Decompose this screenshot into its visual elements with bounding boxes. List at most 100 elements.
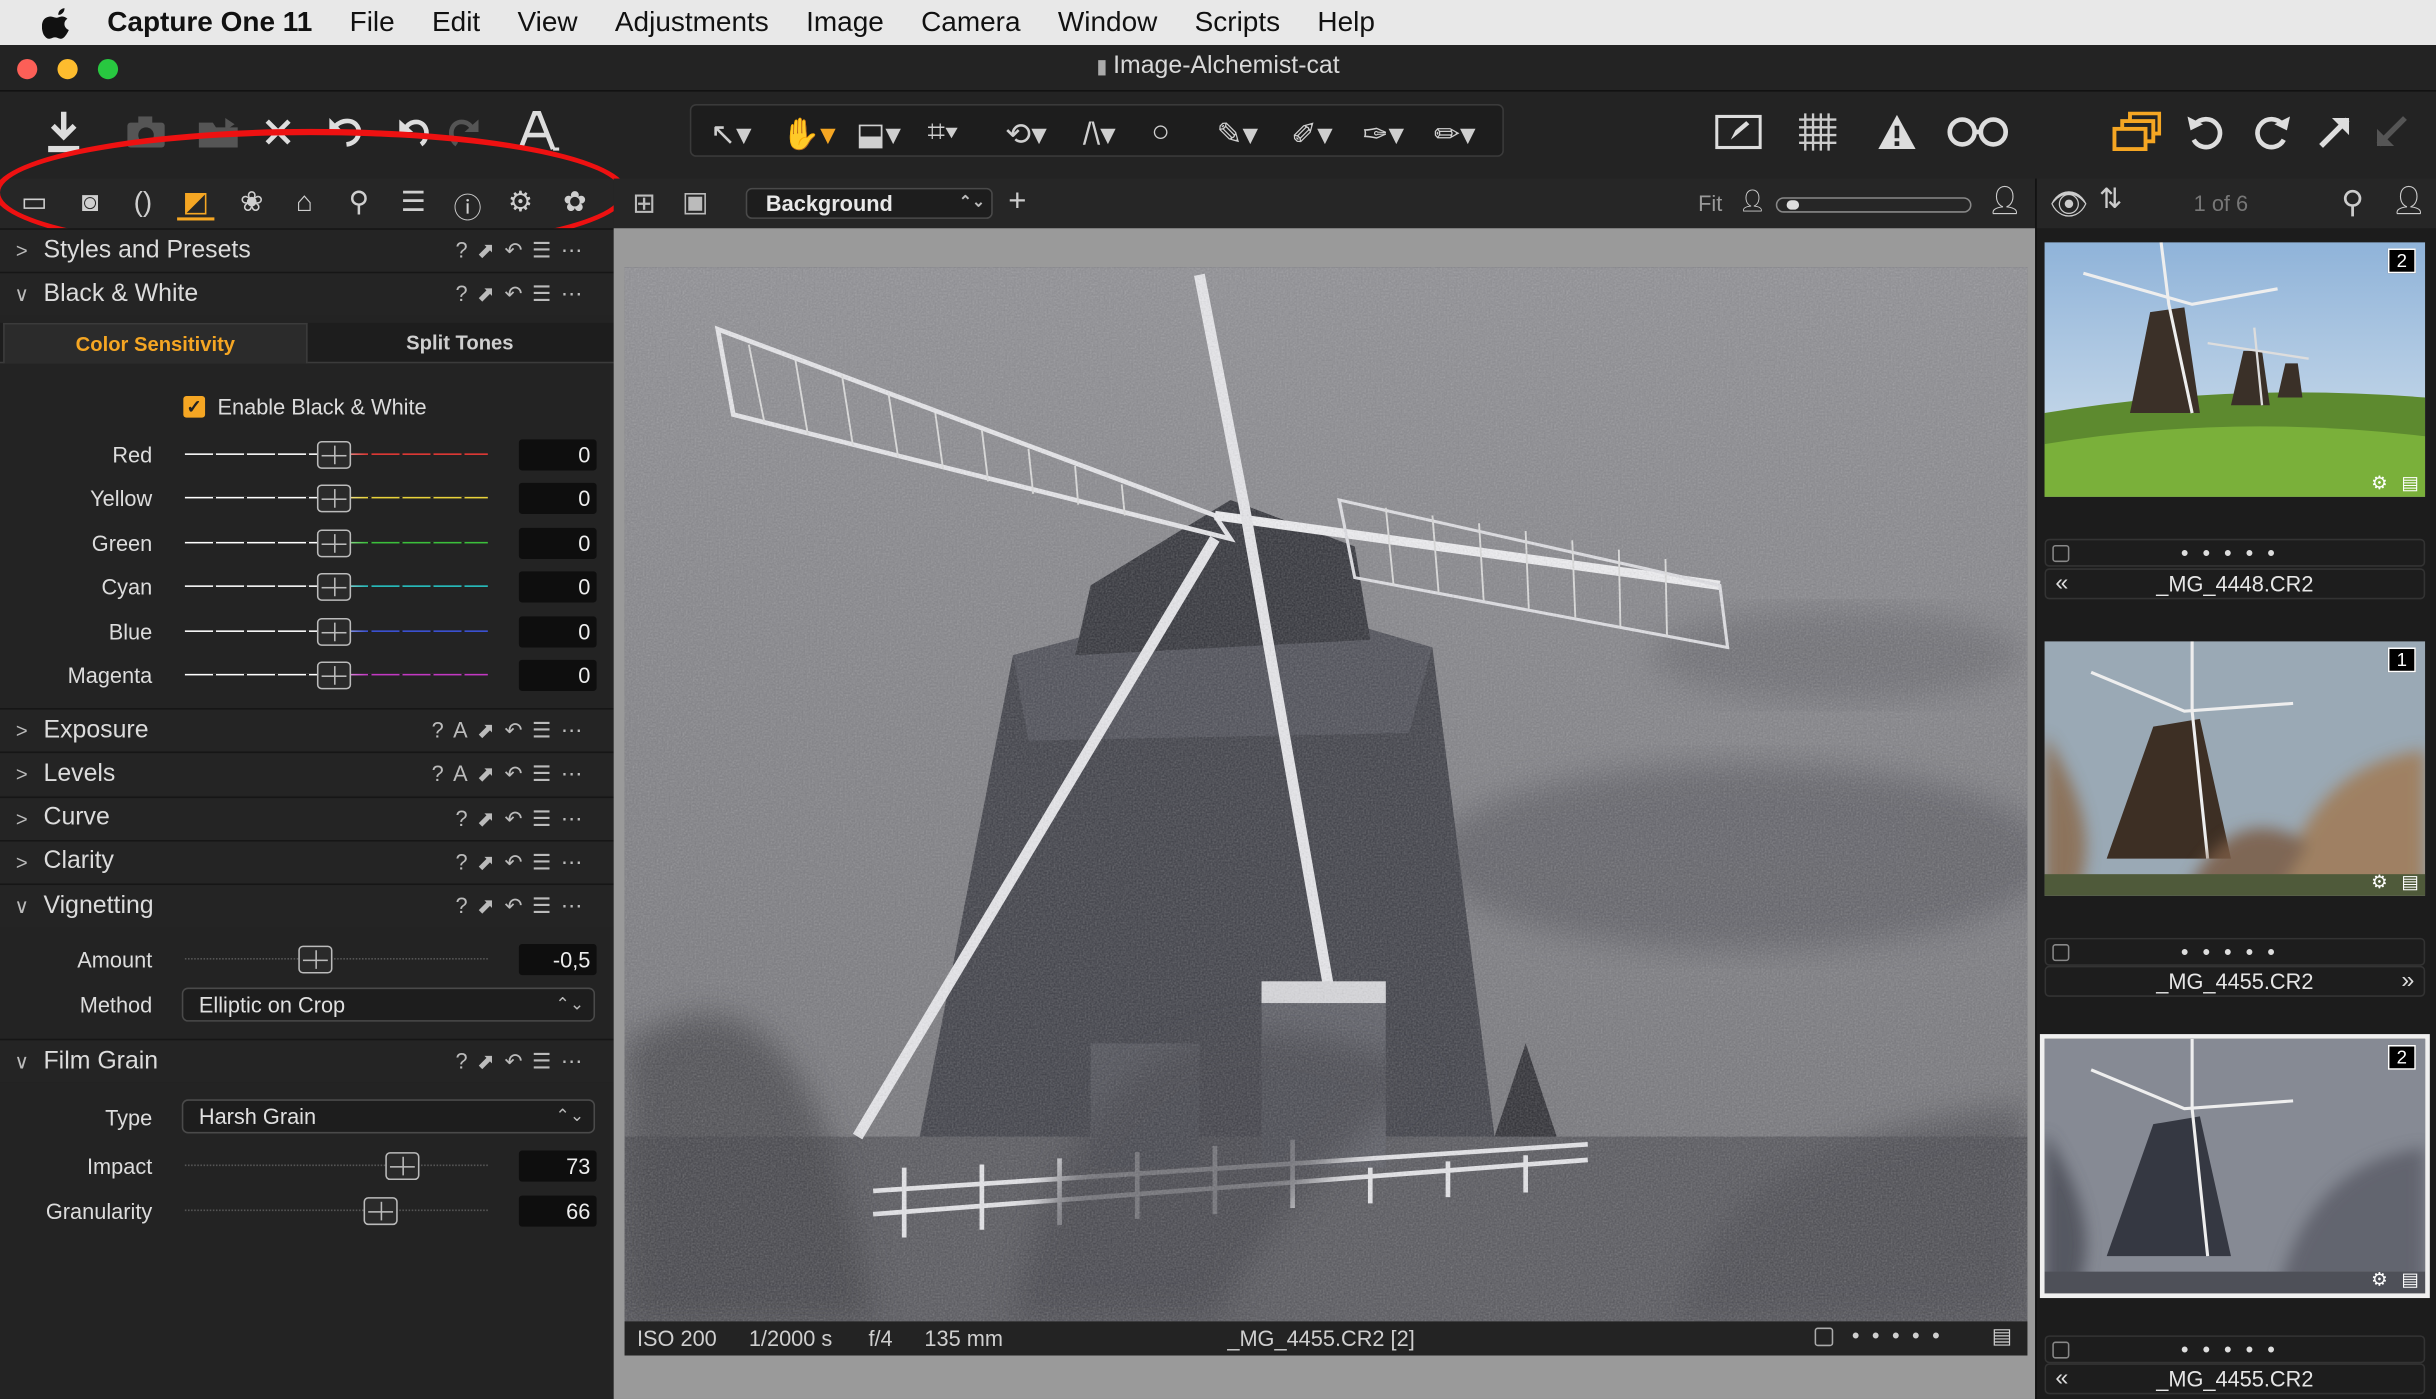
redo-icon[interactable]	[446, 107, 483, 157]
bw-slider-value[interactable]: 0	[518, 659, 597, 691]
menu-help[interactable]: Help	[1317, 6, 1375, 39]
zoom-slider-knob[interactable]	[1786, 200, 1800, 210]
bw-slider-knob[interactable]	[316, 573, 352, 602]
library-icon[interactable]: ▭	[16, 186, 53, 220]
impact-track[interactable]	[184, 1164, 488, 1167]
chevron-down-icon[interactable]: ∨	[0, 1049, 44, 1074]
amount-value[interactable]: -0,5	[518, 944, 597, 976]
details-icon[interactable]: ⚲	[340, 186, 377, 220]
bw-slider-value[interactable]: 0	[518, 527, 597, 559]
auto-adjust-button[interactable]: A	[453, 761, 477, 786]
section-tool-icons[interactable]: ⬈↶☰⋯	[477, 717, 592, 742]
pen-icon[interactable]: ✏▾	[1434, 115, 1476, 154]
stack-icon[interactable]	[2110, 107, 2163, 157]
capture-icon[interactable]: ◙	[71, 186, 108, 220]
section-curve[interactable]: > Curve ?⬈↶☰⋯	[0, 795, 614, 840]
section-controls[interactable]: ?⬈↶☰⋯	[455, 893, 591, 919]
loupe-icon[interactable]: ⬓▾	[856, 115, 901, 154]
delete-icon[interactable]	[261, 107, 295, 157]
warning-icon[interactable]	[1877, 107, 1917, 157]
impact-value[interactable]: 73	[518, 1150, 597, 1182]
method-select[interactable]: Elliptic on Crop ⌃⌄	[181, 987, 596, 1022]
menu-edit[interactable]: Edit	[432, 6, 480, 39]
circle-icon[interactable]: ○	[1151, 115, 1170, 151]
stack-nav-icon[interactable]: »	[2401, 967, 2414, 995]
section-controls[interactable]: ?A⬈↶☰⋯	[432, 761, 592, 787]
section-clarity[interactable]: > Clarity ?⬈↶☰⋯	[0, 839, 614, 884]
app-name-menu[interactable]: Capture One 11	[107, 6, 312, 39]
menu-file[interactable]: File	[350, 6, 395, 39]
thumbnail-1[interactable]: 2 ⚙ ▤	[2044, 242, 2426, 497]
bw-slider-value[interactable]: 0	[518, 439, 597, 471]
grid-icon[interactable]	[1796, 107, 1840, 157]
section-controls[interactable]: ?⬈↶☰⋯	[455, 849, 591, 875]
apply-icon[interactable]	[2371, 107, 2411, 157]
picker-icon[interactable]: ✐▾	[1291, 115, 1333, 154]
fit-label[interactable]: Fit	[1698, 191, 1722, 216]
undo-icon[interactable]	[326, 107, 366, 157]
auto-adjust-button[interactable]: A	[453, 717, 477, 742]
stack-nav-icon[interactable]: «	[2055, 1365, 2068, 1393]
metadata-icon[interactable]: ⓘ	[449, 186, 486, 224]
checkmark-icon[interactable]: ✓	[183, 395, 206, 418]
zoom-slider[interactable]	[1775, 197, 1972, 213]
chevron-down-icon[interactable]: ∨	[0, 894, 44, 919]
section-exposure[interactable]: > Exposure ?A⬈↶☰⋯	[0, 708, 614, 752]
color-icon[interactable]: ◩	[177, 186, 215, 221]
chevron-right-icon[interactable]: >	[0, 763, 44, 786]
glasses-icon[interactable]	[1945, 107, 2010, 157]
rotate-right-icon[interactable]	[2250, 107, 2294, 157]
undo-icon-2[interactable]	[395, 107, 435, 157]
section-controls[interactable]: ?⬈↶☰⋯	[455, 1048, 591, 1074]
granularity-value[interactable]: 66	[518, 1195, 597, 1227]
bw-slider-value[interactable]: 0	[518, 571, 597, 603]
section-black-white[interactable]: ∨ Black & White ?⬈↶☰⋯	[0, 271, 614, 316]
rating-dots[interactable]: •••••	[1852, 1323, 1952, 1348]
lens-icon[interactable]: ()	[124, 186, 161, 220]
settings-icon[interactable]: ⚙	[502, 186, 539, 220]
bw-slider-knob[interactable]	[316, 617, 352, 646]
hand-icon[interactable]: ✋▾	[781, 115, 835, 154]
chevron-right-icon[interactable]: >	[0, 239, 44, 262]
section-tool-icons[interactable]: ⬈↶☰⋯	[477, 761, 592, 786]
help-icon[interactable]: ?	[455, 805, 476, 830]
apple-icon[interactable]	[41, 7, 73, 39]
quick-icon[interactable]: ✿	[556, 186, 593, 220]
bw-slider-knob[interactable]	[316, 529, 352, 558]
menu-image[interactable]: Image	[806, 6, 884, 39]
add-layer-icon[interactable]: +	[1008, 185, 1026, 221]
granularity-track[interactable]	[184, 1209, 488, 1212]
bw-slider-value[interactable]: 0	[518, 615, 597, 647]
bw-slider-knob[interactable]	[316, 661, 352, 690]
copy-icon[interactable]	[2315, 107, 2355, 157]
help-icon[interactable]: ?	[432, 717, 453, 742]
keystone-icon[interactable]: /\▾	[1083, 115, 1116, 154]
color-tag-icon[interactable]: ▤	[1992, 1323, 2013, 1349]
section-controls[interactable]: ?⬈↶☰⋯	[455, 281, 591, 307]
layer-select[interactable]: Background ⌃⌄	[745, 187, 993, 219]
impact-slider-knob[interactable]	[385, 1152, 420, 1181]
main-photo[interactable]	[624, 267, 2028, 1322]
menu-window[interactable]: Window	[1058, 6, 1157, 39]
camera-icon[interactable]	[124, 107, 168, 157]
section-controls[interactable]: ?⬈↶☰⋯	[455, 805, 591, 831]
rotate-icon[interactable]: ⟲▾	[1005, 115, 1047, 154]
help-icon[interactable]: ?	[432, 761, 453, 786]
single-view-icon[interactable]: ▣	[682, 186, 708, 219]
chevron-right-icon[interactable]: >	[0, 719, 44, 742]
amount-slider-knob[interactable]	[298, 945, 333, 974]
brush-icon[interactable]: ✎▾	[1216, 115, 1258, 154]
stack-nav-icon[interactable]: «	[2055, 570, 2068, 598]
chevron-right-icon[interactable]: >	[0, 851, 44, 874]
person-icon[interactable]: 👤︎	[2391, 185, 2427, 218]
menu-camera[interactable]: Camera	[921, 6, 1020, 39]
section-vignetting[interactable]: ∨ Vignetting ?⬈↶☰⋯	[0, 883, 614, 927]
viewer-select-checkbox[interactable]	[1814, 1327, 1834, 1347]
tab-split-tones[interactable]: Split Tones	[308, 323, 613, 363]
section-controls[interactable]: ?⬈↶☰⋯	[455, 238, 591, 264]
text-icon[interactable]	[516, 107, 560, 157]
enable-bw-checkbox[interactable]: ✓ Enable Black & White	[183, 394, 427, 419]
thumbnail-2[interactable]: 1 ⚙ ▤	[2044, 641, 2426, 896]
rating-dots[interactable]: •••••	[2046, 1337, 2424, 1362]
folder-move-icon[interactable]	[196, 107, 243, 157]
